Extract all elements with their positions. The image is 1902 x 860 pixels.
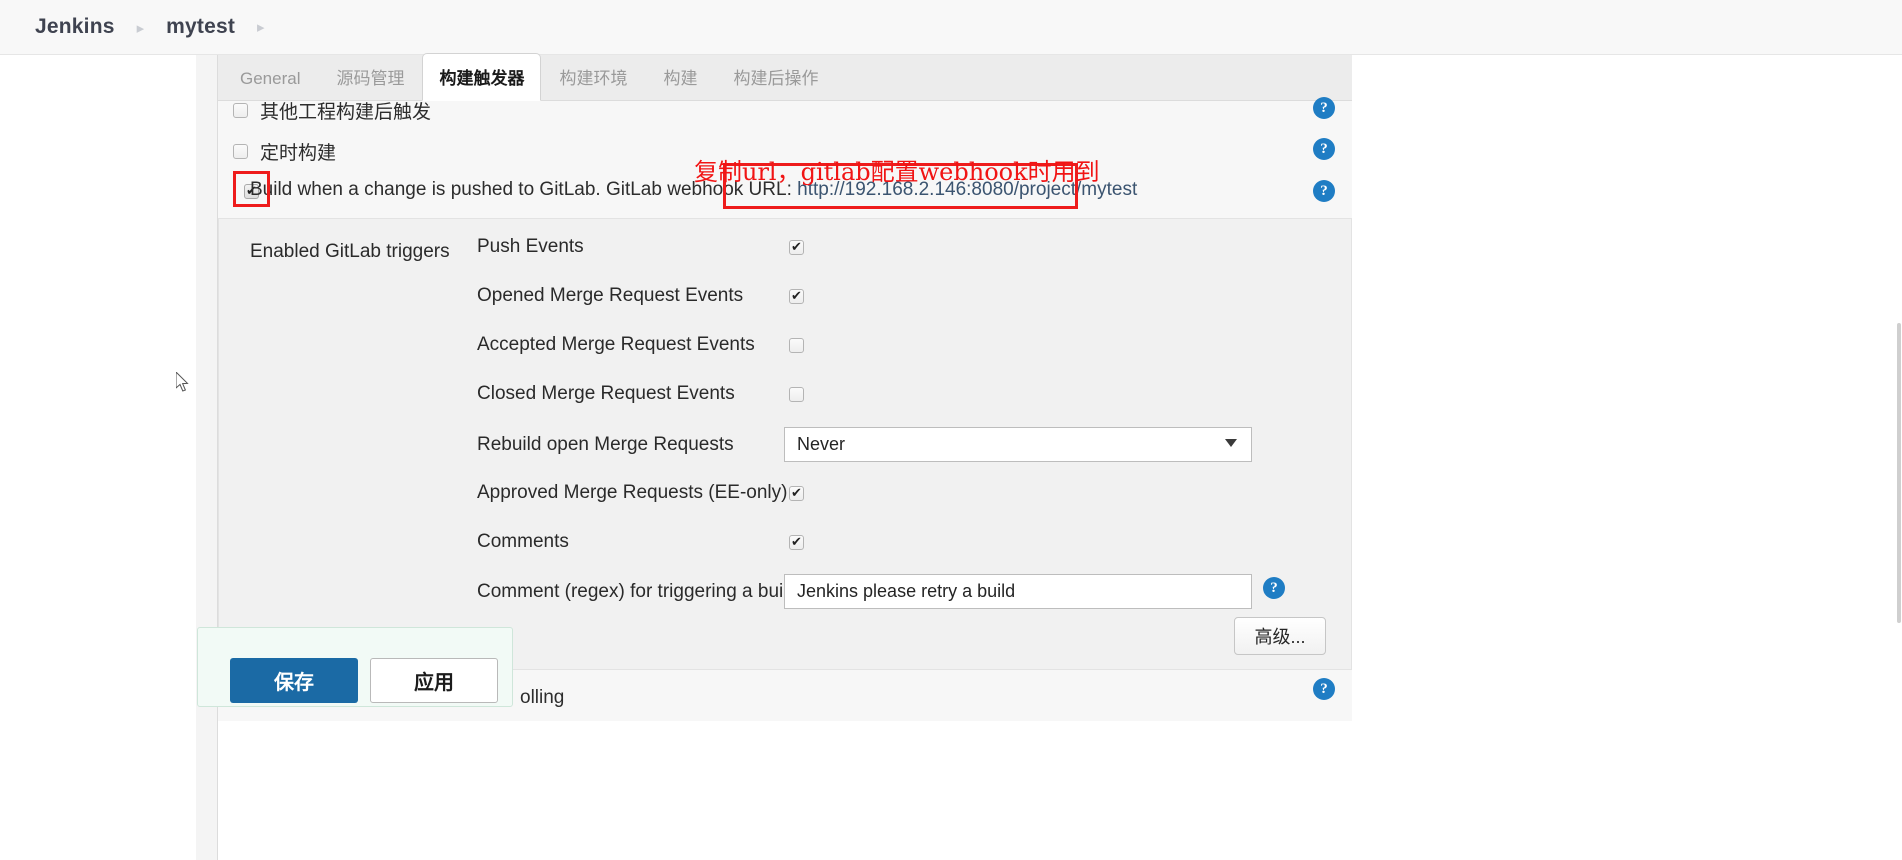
tab-build-triggers[interactable]: 构建触发器 (422, 53, 542, 101)
page-scrollbar-track[interactable] (1896, 55, 1902, 860)
approved-merge-requests-label: Approved Merge Requests (EE-only) (477, 482, 788, 503)
breadcrumb-separator-icon: ▸ (136, 20, 145, 37)
other-projects-checkbox[interactable] (233, 103, 248, 118)
push-events-checkbox[interactable] (789, 238, 804, 256)
tab-general[interactable]: General (218, 69, 318, 100)
tab-build-environment[interactable]: 构建环境 (541, 64, 645, 100)
approved-merge-requests-checkbox[interactable] (789, 484, 804, 502)
save-bar: 保存 应用 (197, 627, 513, 707)
row-opened-merge-request-events: Opened Merge Request Events (219, 280, 1353, 312)
accepted-merge-request-events-label: Accepted Merge Request Events (477, 334, 755, 355)
save-button[interactable]: 保存 (230, 658, 358, 703)
jenkins-config-page: Jenkins ▸ mytest ▸ General 源码管理 构建触发器 构建… (0, 0, 1902, 860)
opened-merge-request-events-label: Opened Merge Request Events (477, 285, 744, 306)
breadcrumb-root-link[interactable]: Jenkins (35, 15, 115, 39)
row-comments: Comments (219, 526, 1353, 558)
rebuild-open-merge-requests-label: Rebuild open Merge Requests (477, 434, 734, 455)
advanced-button[interactable]: 高级... (1234, 617, 1326, 655)
apply-button[interactable]: 应用 (370, 658, 498, 703)
closed-merge-request-events-label: Closed Merge Request Events (477, 383, 735, 404)
push-events-label: Push Events (477, 236, 584, 257)
breadcrumb: Jenkins ▸ mytest ▸ (0, 0, 1902, 55)
row-accepted-merge-request-events: Accepted Merge Request Events (219, 329, 1353, 361)
highlight-box-checkbox (233, 171, 270, 207)
row-closed-merge-request-events: Closed Merge Request Events (219, 378, 1353, 410)
config-tabbar: General 源码管理 构建触发器 构建环境 构建 构建后操作 (218, 53, 1352, 101)
tab-source-management[interactable]: 源码管理 (318, 64, 422, 100)
rebuild-open-merge-requests-select[interactable]: Never (784, 426, 1252, 462)
help-icon-gitlab[interactable]: ? (1313, 180, 1335, 202)
breadcrumb-separator-icon-2: ▸ (257, 19, 265, 36)
chevron-down-icon (1225, 438, 1237, 447)
tab-build[interactable]: 构建 (645, 64, 715, 100)
comment-regex-label: Comment (regex) for triggering a build (477, 581, 799, 602)
comments-label: Comments (477, 531, 569, 552)
annotation-copy-url: 复制url，gitlab配置webhook时用到 (694, 158, 1100, 186)
config-left-gutter (196, 55, 218, 860)
breadcrumb-job-link[interactable]: mytest (166, 15, 235, 39)
mouse-cursor-icon (176, 372, 189, 392)
help-icon-poll-scm[interactable]: ? (1313, 678, 1335, 700)
other-projects-label: 其他工程构建后触发 (260, 102, 432, 123)
row-rebuild-open-merge-requests: Rebuild open Merge Requests Never (219, 424, 1353, 464)
comments-checkbox[interactable] (789, 533, 804, 551)
row-approved-merge-requests: Approved Merge Requests (EE-only) (219, 477, 1353, 509)
gitlab-triggers-panel: Enabled GitLab triggers Push Events Open… (218, 218, 1352, 670)
help-icon-timer[interactable]: ? (1313, 138, 1335, 160)
row-push-events: Push Events (219, 231, 1353, 263)
page-scrollbar-thumb[interactable] (1897, 323, 1901, 623)
trigger-row-other-projects[interactable]: 其他工程构建后触发 (218, 97, 1352, 124)
timer-checkbox[interactable] (233, 144, 248, 159)
help-icon-comment-regex[interactable]: ? (1263, 577, 1285, 599)
comment-regex-input[interactable] (784, 573, 1252, 609)
tab-post-build-actions[interactable]: 构建后操作 (715, 64, 836, 100)
rebuild-open-merge-requests-value: Never (797, 433, 846, 454)
accepted-merge-request-events-checkbox[interactable] (789, 337, 804, 353)
row-comment-regex: Comment (regex) for triggering a build ? (219, 571, 1353, 611)
timer-label: 定时构建 (260, 143, 337, 164)
opened-merge-request-events-checkbox[interactable] (789, 287, 804, 305)
closed-merge-request-events-checkbox[interactable] (789, 386, 804, 402)
help-icon-other-projects[interactable]: ? (1313, 97, 1335, 119)
poll-scm-label: olling (520, 687, 565, 708)
